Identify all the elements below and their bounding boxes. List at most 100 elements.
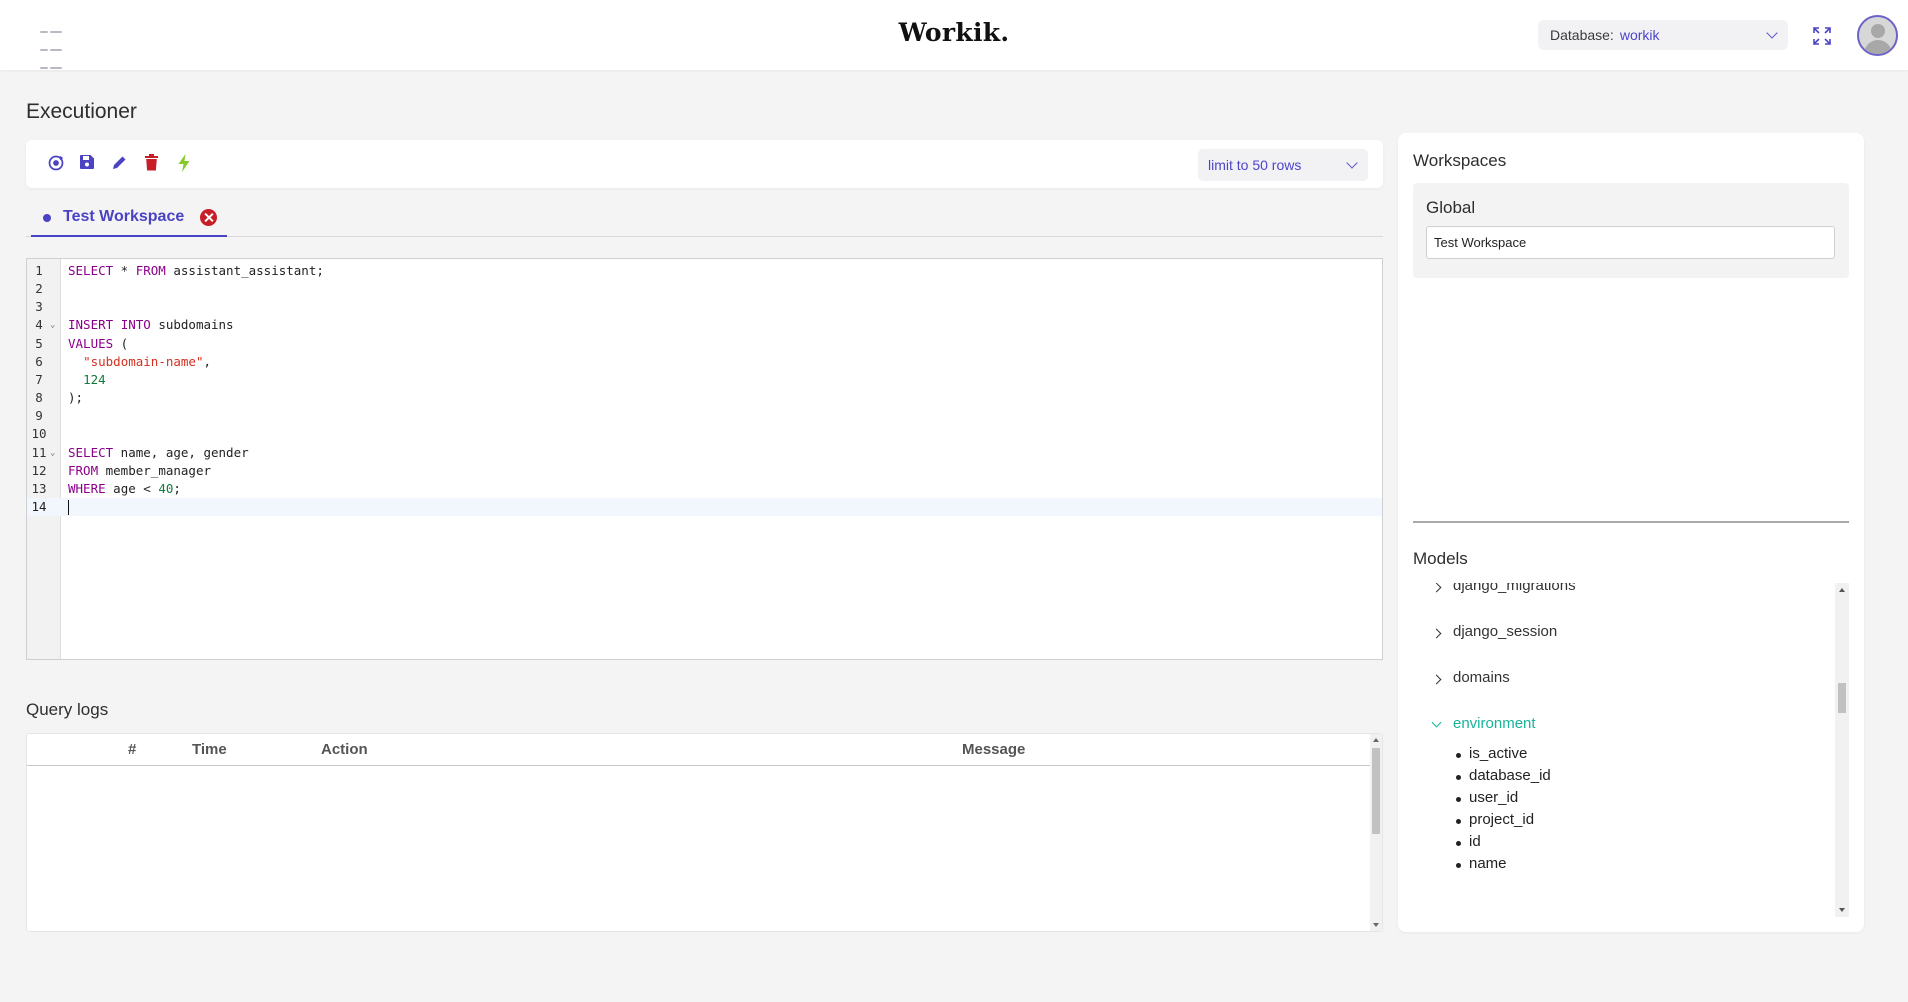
code-line[interactable]: 10: [27, 425, 1382, 443]
code-line[interactable]: 12 FROM member_manager: [27, 462, 1382, 480]
model-field: database_id: [1456, 767, 1551, 784]
scroll-down-arrow-icon[interactable]: [1839, 908, 1845, 912]
chevron-down-icon: [1346, 157, 1358, 169]
scroll-up-arrow-icon[interactable]: [1373, 738, 1379, 742]
code-text: );: [68, 390, 84, 406]
model-field: name: [1456, 855, 1507, 872]
chevron-down-icon: [1431, 717, 1442, 728]
database-label: Database:: [1550, 27, 1614, 43]
fold-toggle-icon[interactable]: ⌄: [50, 316, 55, 334]
code-text: 124: [83, 371, 106, 387]
code-text: FROM member_manager: [68, 462, 211, 478]
global-label: Global: [1426, 198, 1476, 217]
code-line[interactable]: 13 WHERE age < 40;: [27, 480, 1382, 498]
model-name: django_session: [1453, 623, 1558, 640]
code-line[interactable]: 1 SELECT * FROM assistant_assistant;: [27, 262, 1382, 280]
workspace-name-input[interactable]: [1426, 226, 1835, 259]
chevron-down-icon: [1766, 27, 1778, 39]
code-text: SELECT name, age, gender: [68, 444, 249, 460]
line-number: 12: [31, 462, 47, 478]
code-line[interactable]: 4 ⌄ INSERT INTO subdomains: [27, 316, 1382, 334]
code-line[interactable]: 9: [27, 407, 1382, 425]
line-number: 10: [31, 426, 47, 442]
code-line[interactable]: 5 VALUES (: [27, 335, 1382, 353]
models-scrollbar[interactable]: [1835, 583, 1849, 917]
query-logs-title: Query logs: [26, 700, 109, 719]
code-text: VALUES (: [68, 335, 129, 351]
line-number: 1: [35, 263, 43, 278]
model-field: user_id: [1455, 789, 1519, 806]
model-item-environment[interactable]: environment: [1413, 713, 1833, 743]
delete-icon[interactable]: [144, 154, 164, 174]
top-bar: Workik. Database: workik: [0, 0, 1908, 70]
menu-icon[interactable]: [40, 24, 62, 69]
model-name: django_migrations: [1453, 583, 1576, 594]
editor-toolbar: limit to 50 rows: [26, 140, 1383, 188]
chevron-right-icon: [1431, 628, 1442, 639]
code-line[interactable]: 14: [27, 497, 1382, 516]
code-line[interactable]: 3: [27, 298, 1382, 316]
line-number: 8: [35, 390, 43, 406]
line-number: 13: [31, 480, 47, 496]
workspace-panel: Workspaces Global Models django_migratio…: [1398, 133, 1864, 932]
text-caret: [68, 499, 69, 515]
global-workspace-box: Global: [1413, 183, 1849, 278]
fold-toggle-icon[interactable]: ⌄: [50, 444, 55, 462]
row-limit-value: limit to 50 rows: [1208, 157, 1302, 173]
column-header-time: Time: [192, 741, 227, 758]
refresh-icon[interactable]: [47, 154, 67, 174]
save-icon[interactable]: [79, 154, 99, 174]
line-number: 5: [35, 335, 43, 351]
line-number: 2: [35, 281, 43, 297]
model-name: environment: [1453, 715, 1536, 732]
active-dot-icon: [43, 214, 51, 222]
model-item-django-session[interactable]: django_session: [1413, 621, 1833, 651]
model-name: domains: [1453, 669, 1510, 686]
sql-editor[interactable]: 1 SELECT * FROM assistant_assistant; 2 3 4 ⌄ I…: [26, 258, 1383, 660]
model-item-domains[interactable]: domains: [1413, 667, 1833, 697]
code-line[interactable]: 2: [27, 280, 1382, 298]
column-header-number: #: [128, 741, 137, 758]
logs-scrollbar[interactable]: [1370, 734, 1382, 931]
line-number: 14: [31, 498, 47, 514]
models-tree: django_migrations django_session domains…: [1413, 583, 1849, 917]
tab-label: Test Workspace: [63, 208, 185, 225]
models-title: Models: [1413, 549, 1468, 568]
line-number: 7: [35, 371, 43, 387]
tab-test-workspace[interactable]: Test Workspace: [31, 206, 228, 237]
model-field: id: [1456, 833, 1481, 850]
scroll-down-arrow-icon[interactable]: [1373, 923, 1379, 927]
panel-divider: [1413, 521, 1849, 523]
line-number: 4: [35, 317, 43, 333]
tab-bar-divider: [26, 236, 1383, 237]
query-logs-table: # Time Action Message: [26, 733, 1383, 932]
database-select[interactable]: Database: workik: [1538, 20, 1788, 50]
user-avatar[interactable]: [1857, 15, 1898, 56]
code-line[interactable]: 6 "subdomain-name",: [27, 353, 1382, 371]
code-line[interactable]: 11 ⌄ SELECT name, age, gender: [27, 444, 1382, 462]
edit-icon[interactable]: [111, 154, 131, 174]
database-value: workik: [1619, 27, 1660, 43]
model-field: is_active: [1455, 745, 1528, 762]
code-text: INSERT INTO subdomains: [68, 317, 234, 333]
scroll-thumb[interactable]: [1838, 683, 1846, 713]
code-text: [68, 498, 69, 516]
column-header-message: Message: [962, 741, 1026, 758]
code-text: WHERE age < 40;: [68, 480, 181, 496]
workspaces-title: Workspaces: [1413, 151, 1507, 170]
row-limit-select[interactable]: limit to 50 rows: [1198, 149, 1368, 181]
execute-icon[interactable]: [177, 154, 197, 174]
chevron-right-icon: [1431, 583, 1442, 593]
scroll-up-arrow-icon[interactable]: [1839, 588, 1845, 592]
code-line[interactable]: 8);: [27, 389, 1382, 407]
line-number: 9: [35, 408, 43, 424]
table-header: # Time Action Message: [27, 734, 1372, 766]
model-item-django-migrations[interactable]: django_migrations: [1413, 583, 1833, 605]
fullscreen-icon[interactable]: [1812, 26, 1832, 46]
scroll-thumb[interactable]: [1372, 748, 1380, 834]
line-number: 6: [35, 353, 43, 369]
close-tab-icon[interactable]: [200, 209, 218, 226]
code-text: "subdomain-name",: [83, 353, 212, 369]
column-header-action: Action: [321, 741, 368, 758]
code-line[interactable]: 7 124: [27, 371, 1382, 389]
